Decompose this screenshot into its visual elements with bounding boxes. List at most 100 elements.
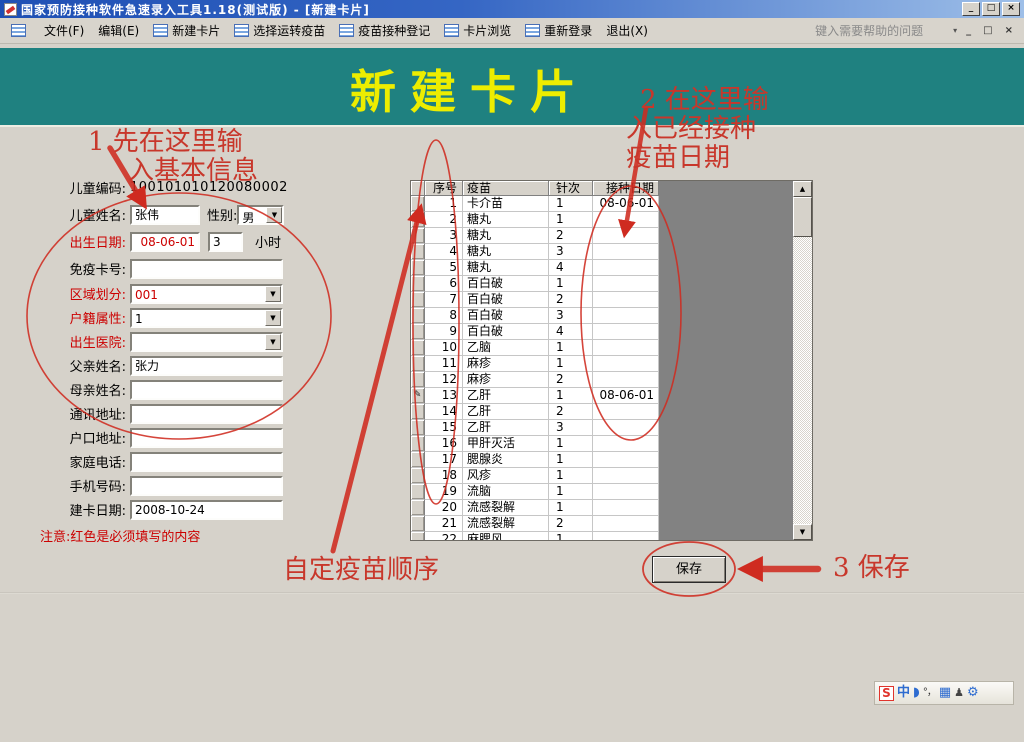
row-selector[interactable] bbox=[411, 340, 425, 356]
row-selector[interactable] bbox=[411, 420, 425, 436]
hospital-select[interactable]: ▼ bbox=[130, 332, 283, 352]
mother-name-input[interactable] bbox=[130, 380, 283, 400]
cell-date[interactable]: 08-06-01 bbox=[593, 388, 659, 404]
save-button[interactable]: 保存 bbox=[652, 556, 726, 583]
cell-date[interactable] bbox=[593, 404, 659, 420]
table-row[interactable]: 21 流感裂解 2 bbox=[411, 516, 659, 532]
row-selector[interactable] bbox=[411, 532, 425, 540]
cell-date[interactable] bbox=[593, 276, 659, 292]
table-row[interactable]: 2 糖丸 1 bbox=[411, 212, 659, 228]
birth-date-input[interactable] bbox=[130, 232, 200, 252]
menu-item[interactable]: 选择运转疫苗 bbox=[227, 20, 332, 41]
table-row[interactable]: 16 甲肝灭活 1 bbox=[411, 436, 659, 452]
chevron-down-icon[interactable]: ▼ bbox=[265, 334, 281, 350]
help-question-box[interactable]: 键入需要帮助的问题 bbox=[815, 22, 947, 39]
gender-select[interactable]: 男 ▼ bbox=[237, 205, 284, 225]
cell-date[interactable] bbox=[593, 308, 659, 324]
birth-hour-input[interactable] bbox=[208, 232, 243, 252]
cell-date[interactable] bbox=[593, 228, 659, 244]
cell-date[interactable] bbox=[593, 372, 659, 388]
settings-wrench-icon[interactable]: ⚙ bbox=[967, 686, 979, 700]
close-button[interactable]: × bbox=[1002, 2, 1020, 16]
table-row[interactable]: 4 糖丸 3 bbox=[411, 244, 659, 260]
cell-date[interactable] bbox=[593, 260, 659, 276]
scroll-down-icon[interactable]: ▼ bbox=[793, 524, 812, 540]
table-row[interactable]: 22 麻腮风 1 bbox=[411, 532, 659, 540]
menu-item[interactable]: 新建卡片 bbox=[146, 20, 227, 41]
menu-item[interactable]: 退出(X) bbox=[599, 20, 655, 41]
scroll-thumb[interactable] bbox=[793, 197, 812, 237]
row-selector[interactable] bbox=[411, 276, 425, 292]
cell-date[interactable]: 08-06-01 bbox=[593, 196, 659, 212]
menu-item[interactable]: 编辑(E) bbox=[91, 20, 146, 41]
home-address-input[interactable] bbox=[130, 428, 283, 448]
row-selector[interactable] bbox=[411, 372, 425, 388]
row-selector[interactable] bbox=[411, 468, 425, 484]
table-row[interactable]: 3 糖丸 2 bbox=[411, 228, 659, 244]
table-row[interactable]: 17 腮腺炎 1 bbox=[411, 452, 659, 468]
vertical-scrollbar[interactable]: ▲ ▼ bbox=[793, 181, 812, 540]
row-selector[interactable]: ✎ bbox=[411, 388, 425, 404]
region-select[interactable]: 001 ▼ bbox=[130, 284, 283, 304]
table-row[interactable]: 20 流感裂解 1 bbox=[411, 500, 659, 516]
table-row[interactable]: 6 百白破 1 bbox=[411, 276, 659, 292]
table-row[interactable]: 15 乙肝 3 bbox=[411, 420, 659, 436]
row-selector[interactable] bbox=[411, 356, 425, 372]
menu-item[interactable]: 卡片浏览 bbox=[437, 20, 518, 41]
row-selector[interactable] bbox=[411, 212, 425, 228]
menu-item[interactable]: 疫苗接种登记 bbox=[332, 20, 437, 41]
cell-date[interactable] bbox=[593, 324, 659, 340]
punctuation-icon[interactable]: °， bbox=[923, 686, 936, 700]
household-select[interactable]: 1 ▼ bbox=[130, 308, 283, 328]
row-selector[interactable] bbox=[411, 452, 425, 468]
father-name-input[interactable] bbox=[130, 356, 283, 376]
table-row[interactable]: 10 乙脑 1 bbox=[411, 340, 659, 356]
row-selector[interactable] bbox=[411, 228, 425, 244]
table-row[interactable]: 7 百白破 2 bbox=[411, 292, 659, 308]
row-selector[interactable] bbox=[411, 484, 425, 500]
table-row[interactable]: 5 糖丸 4 bbox=[411, 260, 659, 276]
mobile-input[interactable] bbox=[130, 476, 283, 496]
immune-card-input[interactable] bbox=[130, 259, 283, 279]
cell-date[interactable] bbox=[593, 484, 659, 500]
chevron-down-icon[interactable]: ▼ bbox=[266, 207, 282, 223]
table-row[interactable]: 11 麻疹 1 bbox=[411, 356, 659, 372]
mdi-close-button[interactable]: × bbox=[1002, 25, 1016, 36]
mdi-restore-button[interactable]: □ bbox=[980, 25, 995, 36]
row-selector[interactable] bbox=[411, 500, 425, 516]
row-selector[interactable] bbox=[411, 244, 425, 260]
cell-date[interactable] bbox=[593, 436, 659, 452]
cell-date[interactable] bbox=[593, 212, 659, 228]
mail-address-input[interactable] bbox=[130, 404, 283, 424]
brush-icon[interactable]: ♟ bbox=[954, 686, 964, 700]
mdi-minimize-button[interactable]: _ bbox=[963, 25, 974, 36]
row-selector[interactable] bbox=[411, 196, 425, 212]
scroll-up-icon[interactable]: ▲ bbox=[793, 181, 812, 197]
table-row[interactable]: ✎ 13 乙肝 1 08-06-01 bbox=[411, 388, 659, 404]
menu-item[interactable]: 重新登录 bbox=[518, 20, 599, 41]
chinese-mode-icon[interactable]: 中 bbox=[897, 686, 910, 700]
cell-date[interactable] bbox=[593, 500, 659, 516]
cell-date[interactable] bbox=[593, 356, 659, 372]
cell-date[interactable] bbox=[593, 340, 659, 356]
row-selector[interactable] bbox=[411, 516, 425, 532]
table-row[interactable]: 12 麻疹 2 bbox=[411, 372, 659, 388]
soft-keyboard-icon[interactable]: ▦ bbox=[939, 686, 951, 700]
cell-date[interactable] bbox=[593, 532, 659, 540]
chevron-down-icon[interactable]: ▾ bbox=[953, 26, 957, 35]
cell-date[interactable] bbox=[593, 452, 659, 468]
row-selector[interactable] bbox=[411, 260, 425, 276]
card-date-input[interactable] bbox=[130, 500, 283, 520]
restore-button[interactable]: □ bbox=[982, 2, 1000, 16]
table-row[interactable]: 19 流脑 1 bbox=[411, 484, 659, 500]
chevron-down-icon[interactable]: ▼ bbox=[265, 286, 281, 302]
row-selector[interactable] bbox=[411, 292, 425, 308]
table-row[interactable]: 9 百白破 4 bbox=[411, 324, 659, 340]
row-selector[interactable] bbox=[411, 404, 425, 420]
minimize-button[interactable]: _ bbox=[962, 2, 980, 16]
child-name-input[interactable] bbox=[130, 205, 200, 225]
cell-date[interactable] bbox=[593, 420, 659, 436]
table-row[interactable]: 8 百白破 3 bbox=[411, 308, 659, 324]
halfwidth-moon-icon[interactable]: ◗ bbox=[913, 686, 920, 700]
table-row[interactable]: 1 卡介苗 1 08-06-01 bbox=[411, 196, 659, 212]
